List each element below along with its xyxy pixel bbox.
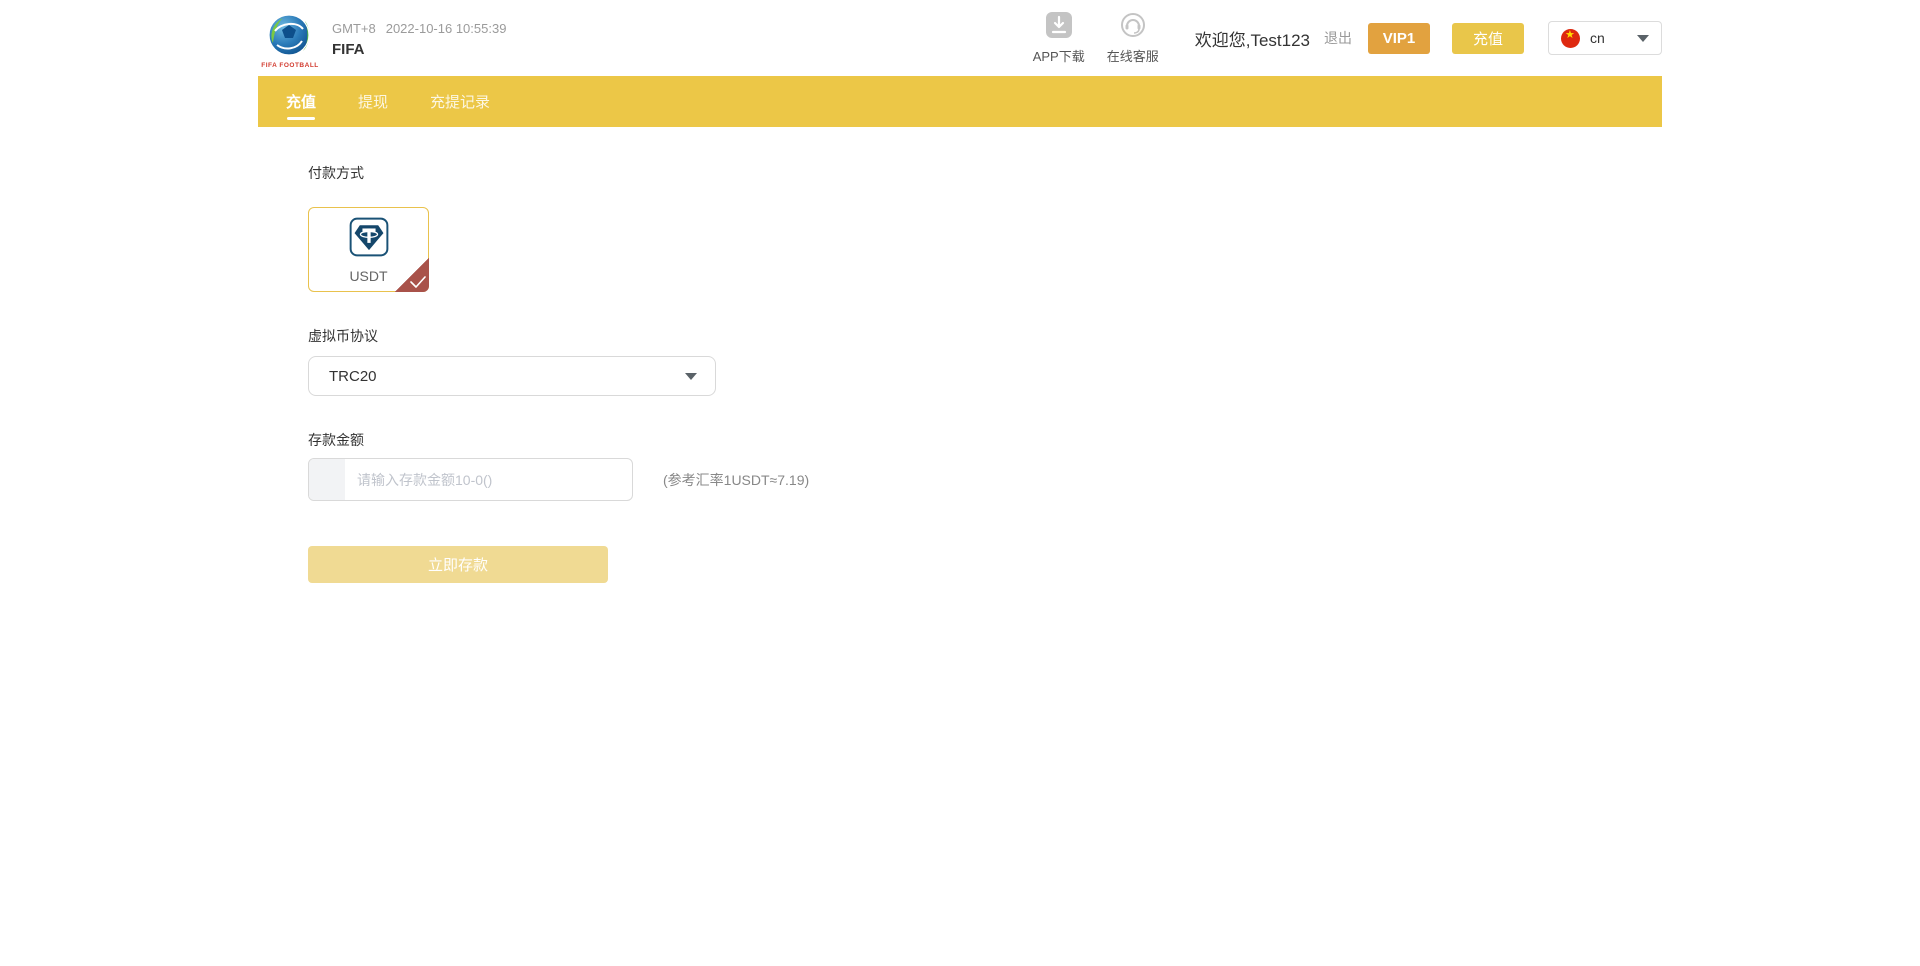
logo-caption: FIFA FOOTBALL bbox=[258, 62, 322, 69]
amount-input-group bbox=[308, 458, 633, 501]
exchange-rate-hint: (参考汇率1USDT≈7.19) bbox=[663, 470, 809, 490]
amount-prefix-addon bbox=[309, 459, 345, 500]
chevron-down-icon bbox=[1637, 35, 1649, 42]
deposit-form: 付款方式 USDT 虚拟币协议 TRC20 bbox=[258, 127, 1662, 583]
payment-option-usdt[interactable]: USDT bbox=[308, 207, 429, 292]
app-download-label: APP下载 bbox=[1033, 46, 1085, 65]
active-tab-underline bbox=[287, 117, 315, 120]
language-selector[interactable]: ★ cn bbox=[1548, 21, 1662, 55]
site-logo[interactable]: FIFA FOOTBALL bbox=[258, 13, 322, 69]
header: FIFA FOOTBALL GMT+8 2022-10-16 10:55:39 F… bbox=[0, 0, 1920, 76]
usdt-tether-icon bbox=[348, 216, 390, 263]
payment-method-label: 付款方式 bbox=[308, 163, 1662, 183]
header-time: GMT+8 2022-10-16 10:55:39 bbox=[332, 21, 506, 36]
customer-service-label: 在线客服 bbox=[1107, 46, 1159, 65]
site-name: FIFA bbox=[332, 41, 506, 58]
protocol-label: 虚拟币协议 bbox=[308, 326, 1662, 346]
china-flag-icon: ★ bbox=[1561, 29, 1580, 48]
download-icon bbox=[1046, 12, 1072, 43]
protocol-selected-value: TRC20 bbox=[329, 368, 685, 385]
logout-link[interactable]: 退出 bbox=[1324, 28, 1352, 48]
app-download[interactable]: APP下载 bbox=[1033, 12, 1085, 65]
tab-recharge[interactable]: 充值 bbox=[286, 76, 316, 127]
main-navbar: 充值 提现 充提记录 bbox=[258, 76, 1662, 127]
vip-badge: VIP1 bbox=[1368, 23, 1430, 54]
chevron-down-icon bbox=[685, 373, 697, 380]
tab-transaction-history[interactable]: 充提记录 bbox=[430, 76, 490, 127]
datetime-label: 2022-10-16 10:55:39 bbox=[386, 21, 507, 36]
protocol-select[interactable]: TRC20 bbox=[308, 356, 716, 396]
header-recharge-button[interactable]: 充值 bbox=[1452, 23, 1524, 54]
tab-withdraw[interactable]: 提现 bbox=[358, 76, 388, 127]
timezone-label: GMT+8 bbox=[332, 21, 376, 36]
customer-service[interactable]: 在线客服 bbox=[1107, 12, 1159, 65]
tab-transaction-history-label: 充提记录 bbox=[430, 91, 490, 112]
tab-withdraw-label: 提现 bbox=[358, 91, 388, 112]
language-code: cn bbox=[1590, 30, 1637, 46]
payment-option-name: USDT bbox=[349, 268, 387, 284]
amount-input[interactable] bbox=[345, 459, 632, 500]
amount-label: 存款金额 bbox=[308, 430, 1662, 450]
welcome-text: 欢迎您,Test123 bbox=[1195, 26, 1310, 51]
tab-recharge-label: 充值 bbox=[286, 91, 316, 112]
headset-icon bbox=[1120, 12, 1146, 43]
deposit-submit-button[interactable]: 立即存款 bbox=[308, 546, 608, 583]
selected-check-icon bbox=[395, 258, 429, 292]
football-logo-icon bbox=[267, 46, 313, 63]
